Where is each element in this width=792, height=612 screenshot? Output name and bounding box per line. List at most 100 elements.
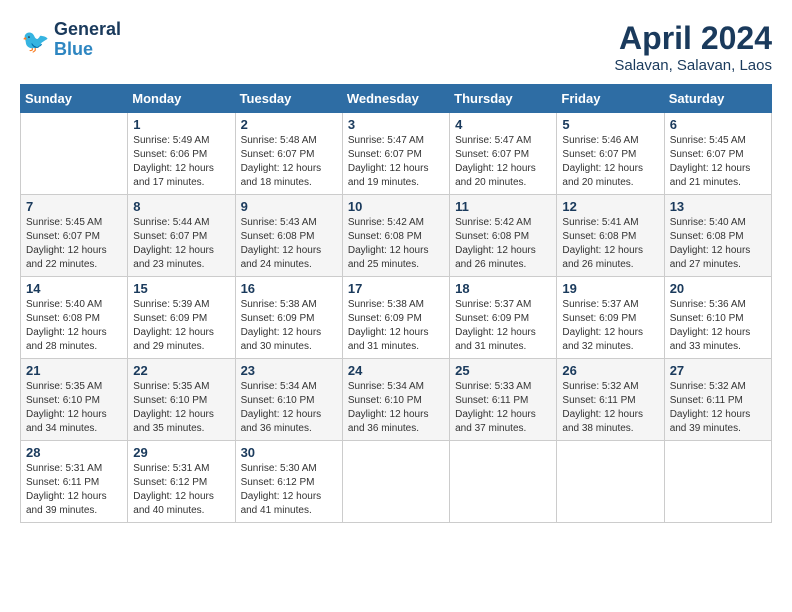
calendar-cell: 23 Sunrise: 5:34 AMSunset: 6:10 PMDayligh… (235, 359, 342, 441)
day-info: Sunrise: 5:45 AMSunset: 6:07 PMDaylight:… (26, 216, 122, 272)
calendar-cell (342, 441, 449, 523)
calendar-cell: 20Sunrise: 5:36 AMSunset: 6:10 PMDayligh… (664, 277, 771, 359)
day-number: 22 (133, 363, 229, 378)
day-info: Sunrise: 5:38 AMSunset: 6:09 PMDaylight:… (241, 298, 337, 354)
day-info: Sunrise: 5:38 AMSunset: 6:09 PMDaylight:… (348, 298, 444, 354)
calendar-cell: 12 Sunrise: 5:41 AMSunset: 6:08 PMDayligh… (557, 195, 664, 277)
calendar-cell: 16 Sunrise: 5:38 AMSunset: 6:09 PMDayligh… (235, 277, 342, 359)
day-info: Sunrise: 5:47 AMSunset: 6:07 PMDaylight:… (348, 134, 444, 190)
calendar-cell: 7 Sunrise: 5:45 AMSunset: 6:07 PMDaylight… (21, 195, 128, 277)
day-info: Sunrise: 5:49 AMSunset: 6:06 PMDaylight:… (133, 134, 229, 190)
day-info: Sunrise: 5:32 AMSunset: 6:11 PMDaylight:… (670, 380, 766, 436)
day-number: 4 (455, 117, 551, 132)
day-info: Sunrise: 5:47 AMSunset: 6:07 PMDaylight:… (455, 134, 551, 190)
column-header-tuesday: Tuesday (235, 85, 342, 113)
week-row-2: 7 Sunrise: 5:45 AMSunset: 6:07 PMDaylight… (21, 195, 772, 277)
calendar-cell: 4 Sunrise: 5:47 AMSunset: 6:07 PMDaylight… (450, 113, 557, 195)
day-info: Sunrise: 5:34 AMSunset: 6:10 PMDaylight:… (241, 380, 337, 436)
calendar-cell: 1 Sunrise: 5:49 AMSunset: 6:06 PMDaylight… (128, 113, 235, 195)
day-info: Sunrise: 5:44 AMSunset: 6:07 PMDaylight:… (133, 216, 229, 272)
day-number: 6 (670, 117, 766, 132)
day-number: 12 (562, 199, 658, 214)
day-info: Sunrise: 5:46 AMSunset: 6:07 PMDaylight:… (562, 134, 658, 190)
day-number: 29 (133, 445, 229, 460)
day-number: 18 (455, 281, 551, 296)
day-number: 13 (670, 199, 766, 214)
day-number: 15 (133, 281, 229, 296)
svg-text:🐦: 🐦 (22, 29, 50, 54)
day-info: Sunrise: 5:31 AMSunset: 6:12 PMDaylight:… (133, 462, 229, 518)
day-number: 11 (455, 199, 551, 214)
day-info: Sunrise: 5:45 AMSunset: 6:07 PMDaylight:… (670, 134, 766, 190)
day-number: 3 (348, 117, 444, 132)
calendar-cell: 13 Sunrise: 5:40 AMSunset: 6:08 PMDayligh… (664, 195, 771, 277)
week-row-1: 1 Sunrise: 5:49 AMSunset: 6:06 PMDaylight… (21, 113, 772, 195)
calendar-cell: 27 Sunrise: 5:32 AMSunset: 6:11 PMDayligh… (664, 359, 771, 441)
calendar-cell: 5Sunrise: 5:46 AMSunset: 6:07 PMDaylight… (557, 113, 664, 195)
logo-icon: 🐦 (20, 25, 50, 55)
day-number: 2 (241, 117, 337, 132)
day-number: 26 (562, 363, 658, 378)
day-info: Sunrise: 5:37 AMSunset: 6:09 PMDaylight:… (455, 298, 551, 354)
calendar-cell: 19 Sunrise: 5:37 AMSunset: 6:09 PMDayligh… (557, 277, 664, 359)
week-row-5: 28 Sunrise: 5:31 AMSunset: 6:11 PMDayligh… (21, 441, 772, 523)
calendar-cell: 9Sunrise: 5:43 AMSunset: 6:08 PMDaylight… (235, 195, 342, 277)
day-number: 1 (133, 117, 229, 132)
day-number: 9 (241, 199, 337, 214)
day-info: Sunrise: 5:34 AMSunset: 6:10 PMDaylight:… (348, 380, 444, 436)
day-info: Sunrise: 5:40 AMSunset: 6:08 PMDaylight:… (670, 216, 766, 272)
day-number: 23 (241, 363, 337, 378)
day-number: 10 (348, 199, 444, 214)
column-header-wednesday: Wednesday (342, 85, 449, 113)
calendar-cell: 29 Sunrise: 5:31 AMSunset: 6:12 PMDayligh… (128, 441, 235, 523)
day-info: Sunrise: 5:39 AMSunset: 6:09 PMDaylight:… (133, 298, 229, 354)
day-info: Sunrise: 5:37 AMSunset: 6:09 PMDaylight:… (562, 298, 658, 354)
calendar-cell: 15 Sunrise: 5:39 AMSunset: 6:09 PMDayligh… (128, 277, 235, 359)
day-number: 19 (562, 281, 658, 296)
day-info: Sunrise: 5:42 AMSunset: 6:08 PMDaylight:… (455, 216, 551, 272)
column-header-monday: Monday (128, 85, 235, 113)
day-number: 21 (26, 363, 122, 378)
column-header-saturday: Saturday (664, 85, 771, 113)
calendar-cell: 2Sunrise: 5:48 AMSunset: 6:07 PMDaylight… (235, 113, 342, 195)
week-row-3: 14Sunrise: 5:40 AMSunset: 6:08 PMDayligh… (21, 277, 772, 359)
day-number: 28 (26, 445, 122, 460)
month-title: April 2024 (614, 20, 772, 57)
calendar-cell: 11 Sunrise: 5:42 AMSunset: 6:08 PMDayligh… (450, 195, 557, 277)
week-row-4: 21 Sunrise: 5:35 AMSunset: 6:10 PMDayligh… (21, 359, 772, 441)
day-info: Sunrise: 5:42 AMSunset: 6:08 PMDaylight:… (348, 216, 444, 272)
calendar-cell: 24 Sunrise: 5:34 AMSunset: 6:10 PMDayligh… (342, 359, 449, 441)
day-info: Sunrise: 5:41 AMSunset: 6:08 PMDaylight:… (562, 216, 658, 272)
day-number: 17 (348, 281, 444, 296)
day-number: 25 (455, 363, 551, 378)
column-header-thursday: Thursday (450, 85, 557, 113)
calendar-cell: 3 Sunrise: 5:47 AMSunset: 6:07 PMDaylight… (342, 113, 449, 195)
calendar-cell: 30 Sunrise: 5:30 AMSunset: 6:12 PMDayligh… (235, 441, 342, 523)
calendar-cell: 18 Sunrise: 5:37 AMSunset: 6:09 PMDayligh… (450, 277, 557, 359)
calendar-cell: 22Sunrise: 5:35 AMSunset: 6:10 PMDayligh… (128, 359, 235, 441)
day-info: Sunrise: 5:36 AMSunset: 6:10 PMDaylight:… (670, 298, 766, 354)
calendar-table: SundayMondayTuesdayWednesdayThursdayFrid… (20, 84, 772, 523)
day-info: Sunrise: 5:35 AMSunset: 6:10 PMDaylight:… (26, 380, 122, 436)
day-number: 7 (26, 199, 122, 214)
day-number: 30 (241, 445, 337, 460)
calendar-cell (450, 441, 557, 523)
calendar-cell (21, 113, 128, 195)
calendar-cell (664, 441, 771, 523)
day-info: Sunrise: 5:31 AMSunset: 6:11 PMDaylight:… (26, 462, 122, 518)
day-number: 16 (241, 281, 337, 296)
page-header: 🐦 GeneralBlue April 2024 Salavan, Salava… (20, 20, 772, 74)
logo-text: GeneralBlue (54, 20, 121, 60)
calendar-cell: 17 Sunrise: 5:38 AMSunset: 6:09 PMDayligh… (342, 277, 449, 359)
day-number: 27 (670, 363, 766, 378)
title-block: April 2024 Salavan, Salavan, Laos (614, 20, 772, 74)
day-info: Sunrise: 5:33 AMSunset: 6:11 PMDaylight:… (455, 380, 551, 436)
location: Salavan, Salavan, Laos (614, 57, 772, 74)
calendar-cell: 21 Sunrise: 5:35 AMSunset: 6:10 PMDayligh… (21, 359, 128, 441)
day-info: Sunrise: 5:30 AMSunset: 6:12 PMDaylight:… (241, 462, 337, 518)
day-number: 24 (348, 363, 444, 378)
calendar-cell: 25 Sunrise: 5:33 AMSunset: 6:11 PMDayligh… (450, 359, 557, 441)
column-header-sunday: Sunday (21, 85, 128, 113)
day-number: 14 (26, 281, 122, 296)
day-info: Sunrise: 5:32 AMSunset: 6:11 PMDaylight:… (562, 380, 658, 436)
